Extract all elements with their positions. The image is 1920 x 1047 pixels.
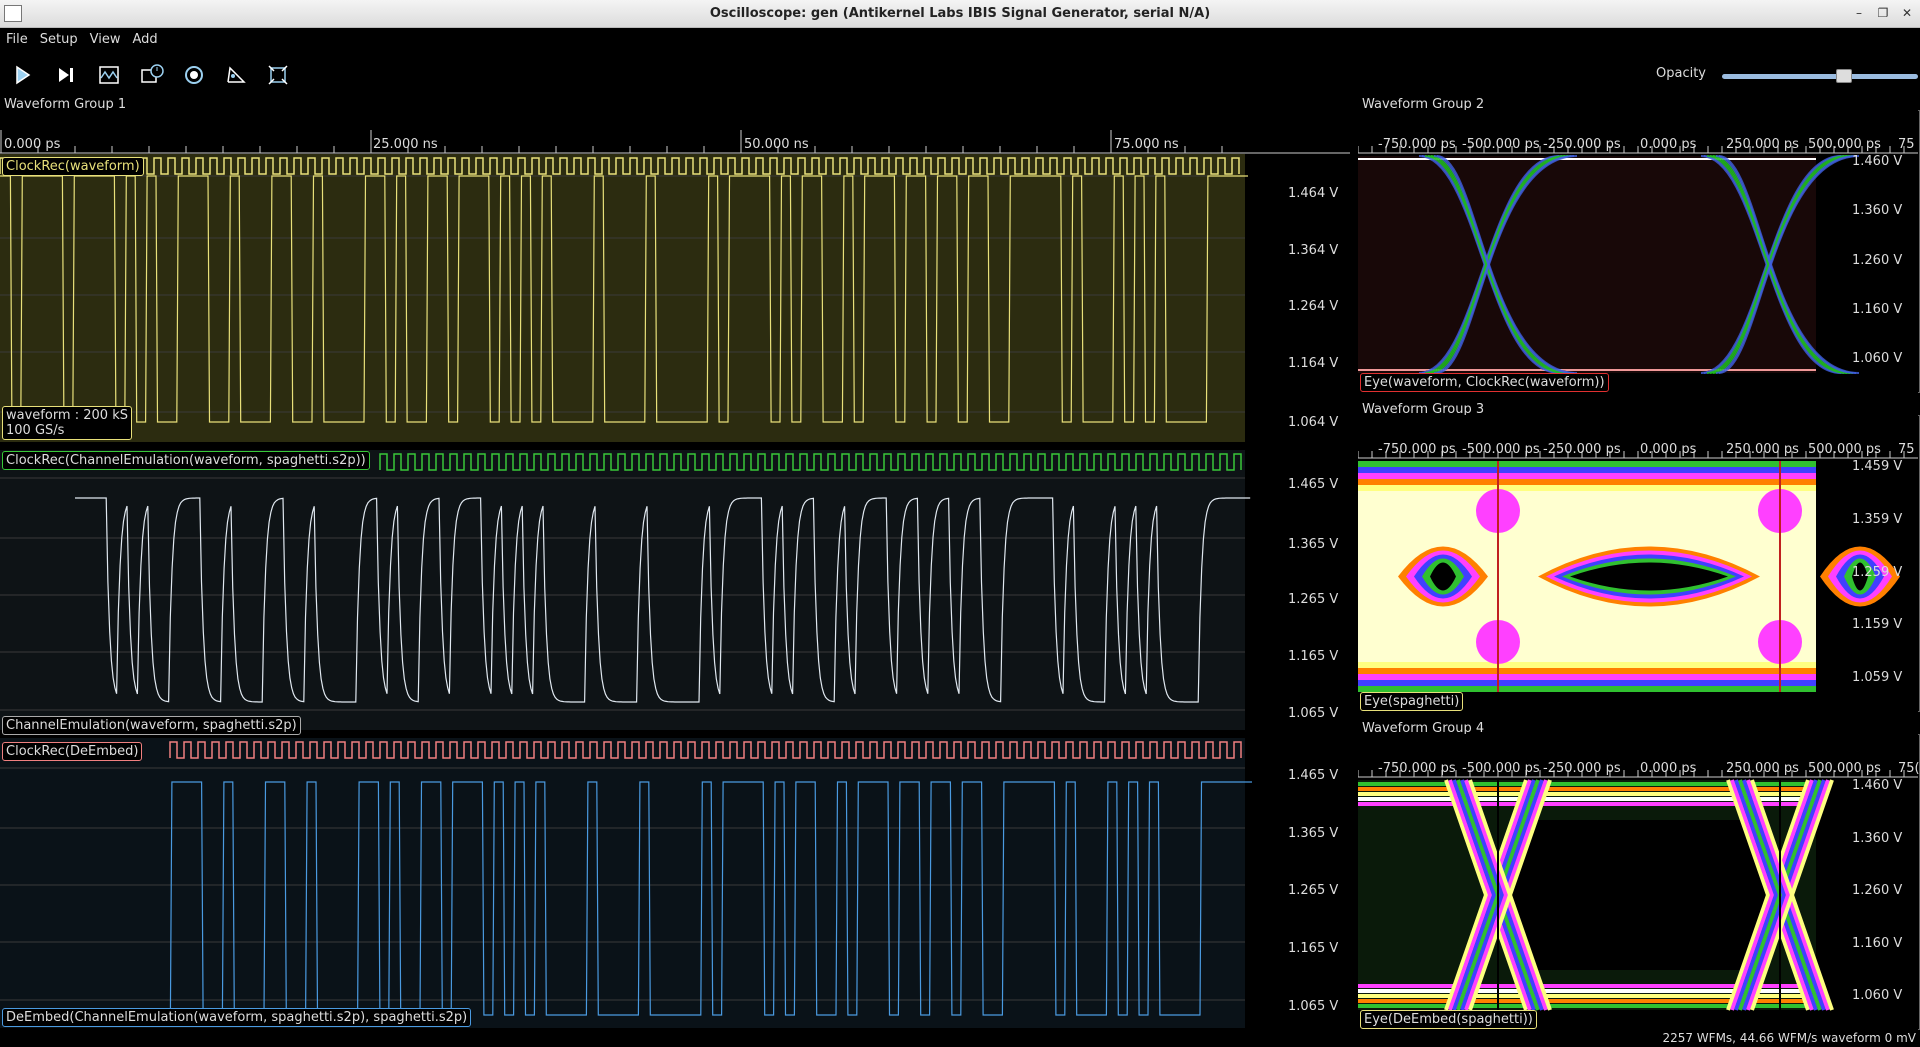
time-label: 0.000 ps [4,137,61,152]
voltage-label: 1.465 V [1288,768,1339,783]
group-1-plot-area[interactable] [0,110,1350,1030]
eye-time-label: 500.000 ps [1808,137,1881,152]
eye-time-label: 75( [1898,761,1920,776]
eye-label[interactable]: Eye(DeEmbed(spaghetti)) [1360,1010,1537,1029]
menu-add[interactable]: Add [126,29,163,50]
eye-voltage-label: 1.059 V [1852,670,1903,685]
voltage-label: 1.464 V [1288,186,1339,201]
eye-time-label: 500.000 ps [1808,761,1881,776]
menu-file[interactable]: File [0,29,34,50]
eye-plot[interactable] [1358,110,1918,393]
opacity-slider-handle[interactable] [1835,69,1852,83]
eye-time-label: -500.000 ps [1462,761,1540,776]
eye-time-label: -250.000 ps [1543,442,1621,457]
fullscreen-icon[interactable] [262,60,294,90]
eye-time-label: -250.000 ps [1543,137,1621,152]
eye-voltage-label: 1.159 V [1852,617,1903,633]
title-bar: Oscilloscope: gen (Antikernel Labs IBIS … [0,0,1920,28]
eye-voltage-label: 1.360 V [1852,203,1903,219]
eye-voltage-label: 1.460 V [1852,778,1903,793]
eye-time-label: -250.000 ps [1543,761,1621,776]
waveform-pane[interactable] [0,450,1251,730]
eye-diagram [1358,155,1860,374]
channel-label-deembed[interactable]: DeEmbed(ChannelEmulation(waveform, spagh… [2,1008,472,1027]
voltage-label: 1.065 V [1288,706,1339,721]
voltage-label: 1.164 V [1288,356,1339,371]
eye-label[interactable]: Eye(waveform, ClockRec(waveform)) [1360,373,1609,392]
opacity-slider[interactable] [1722,69,1918,83]
clock-icon[interactable] [136,60,168,90]
eye-time-label: 250.000 ps [1726,442,1799,457]
voltage-label: 1.465 V [1288,477,1339,492]
eye-label[interactable]: Eye(spaghetti) [1360,692,1464,711]
time-label: 50.000 ns [744,137,809,152]
voltage-label: 1.165 V [1288,941,1339,956]
eye-time-label: 0.000 ps [1640,761,1697,776]
eye-time-label: -500.000 ps [1462,137,1540,152]
channel-label-clockrec-deembed[interactable]: ClockRec(DeEmbed) [2,742,143,761]
eye-voltage-label: 1.260 V [1852,883,1903,898]
channel-label-clockrec-channelemulation[interactable]: ClockRec(ChannelEmulation(waveform, spag… [2,451,370,470]
time-label: 25.000 ns [373,137,438,152]
eye-time-label: 0.000 ps [1640,137,1697,152]
voltage-label: 1.365 V [1288,537,1339,552]
eye-time-label: -750.000 ps [1378,761,1456,776]
play-icon[interactable] [6,60,38,90]
eye-time-label: 250.000 ps [1726,137,1799,152]
voltage-label: 1.165 V [1288,649,1339,664]
eye-plot[interactable] [1358,415,1918,712]
waveform-pane[interactable] [0,738,1252,1028]
status-bar: 2257 WFMs, 44.66 WFM/s waveform 0 mV [0,1030,1920,1047]
status-text: 2257 WFMs, 44.66 WFM/s waveform 0 mV [1662,1031,1916,1045]
eye-time-label: 250.000 ps [1726,761,1799,776]
pane-background [0,154,1245,442]
eye-voltage-label: 1.360 V [1852,830,1903,846]
voltage-label: 1.264 V [1288,299,1339,314]
history-icon[interactable] [220,60,252,90]
toolbar: Opacity [0,52,1920,96]
eye-time-label: 500.000 ps [1808,442,1881,457]
voltage-label: 1.265 V [1288,883,1339,898]
voltage-label: 1.065 V [1288,999,1339,1014]
step-icon[interactable] [50,60,82,90]
voltage-label: 1.265 V [1288,592,1339,607]
channel-label-channelemulation[interactable]: ChannelEmulation(waveform, spaghetti.s2p… [2,716,301,735]
eye-voltage-label: 1.459 V [1852,459,1903,474]
eye-voltage-label: 1.160 V [1852,935,1903,951]
eye-time-label: 75 [1898,137,1915,152]
opacity-label: Opacity [1656,66,1707,81]
voltage-label: 1.364 V [1288,243,1339,258]
channel-label-clockrec-waveform[interactable]: ClockRec(waveform) [2,157,144,176]
time-label: 75.000 ns [1114,137,1179,152]
eye-voltage-label: 1.259 V [1852,564,1903,580]
voltage-label: 1.064 V [1288,415,1339,430]
eye-voltage-label: 1.060 V [1852,351,1903,366]
window-title: Oscilloscope: gen (Antikernel Labs IBIS … [709,6,1211,21]
eye-voltage-label: 1.260 V [1852,252,1903,268]
eye-voltage-label: 1.060 V [1852,988,1903,1003]
minimize-icon[interactable]: – [1852,6,1866,20]
eye-time-label: 75 [1898,442,1915,457]
eye-diagram [1358,779,1834,1011]
waveform-pane[interactable] [0,154,1248,442]
waveform-icon[interactable] [93,60,125,90]
close-icon[interactable]: ✕ [1900,6,1914,20]
pane-background [0,450,1245,730]
voltage-label: 1.365 V [1288,826,1339,841]
eye-voltage-label: 1.359 V [1852,511,1903,527]
menu-view[interactable]: View [84,29,127,50]
eye-time-label: -750.000 ps [1378,442,1456,457]
menu-setup[interactable]: Setup [34,29,84,50]
eye-time-label: 0.000 ps [1640,442,1697,457]
eye-voltage-label: 1.460 V [1852,154,1903,169]
menu-bar: File Setup View Add [0,28,1920,52]
eye-plot[interactable] [1358,734,1918,1030]
maximize-icon[interactable]: ❐ [1876,6,1890,20]
waveform-info-label[interactable]: waveform : 200 kS 100 GS/s [2,406,132,440]
record-icon[interactable] [178,60,210,90]
eye-time-label: -750.000 ps [1378,137,1456,152]
eye-time-label: -500.000 ps [1462,442,1540,457]
eye-voltage-label: 1.160 V [1852,301,1903,317]
